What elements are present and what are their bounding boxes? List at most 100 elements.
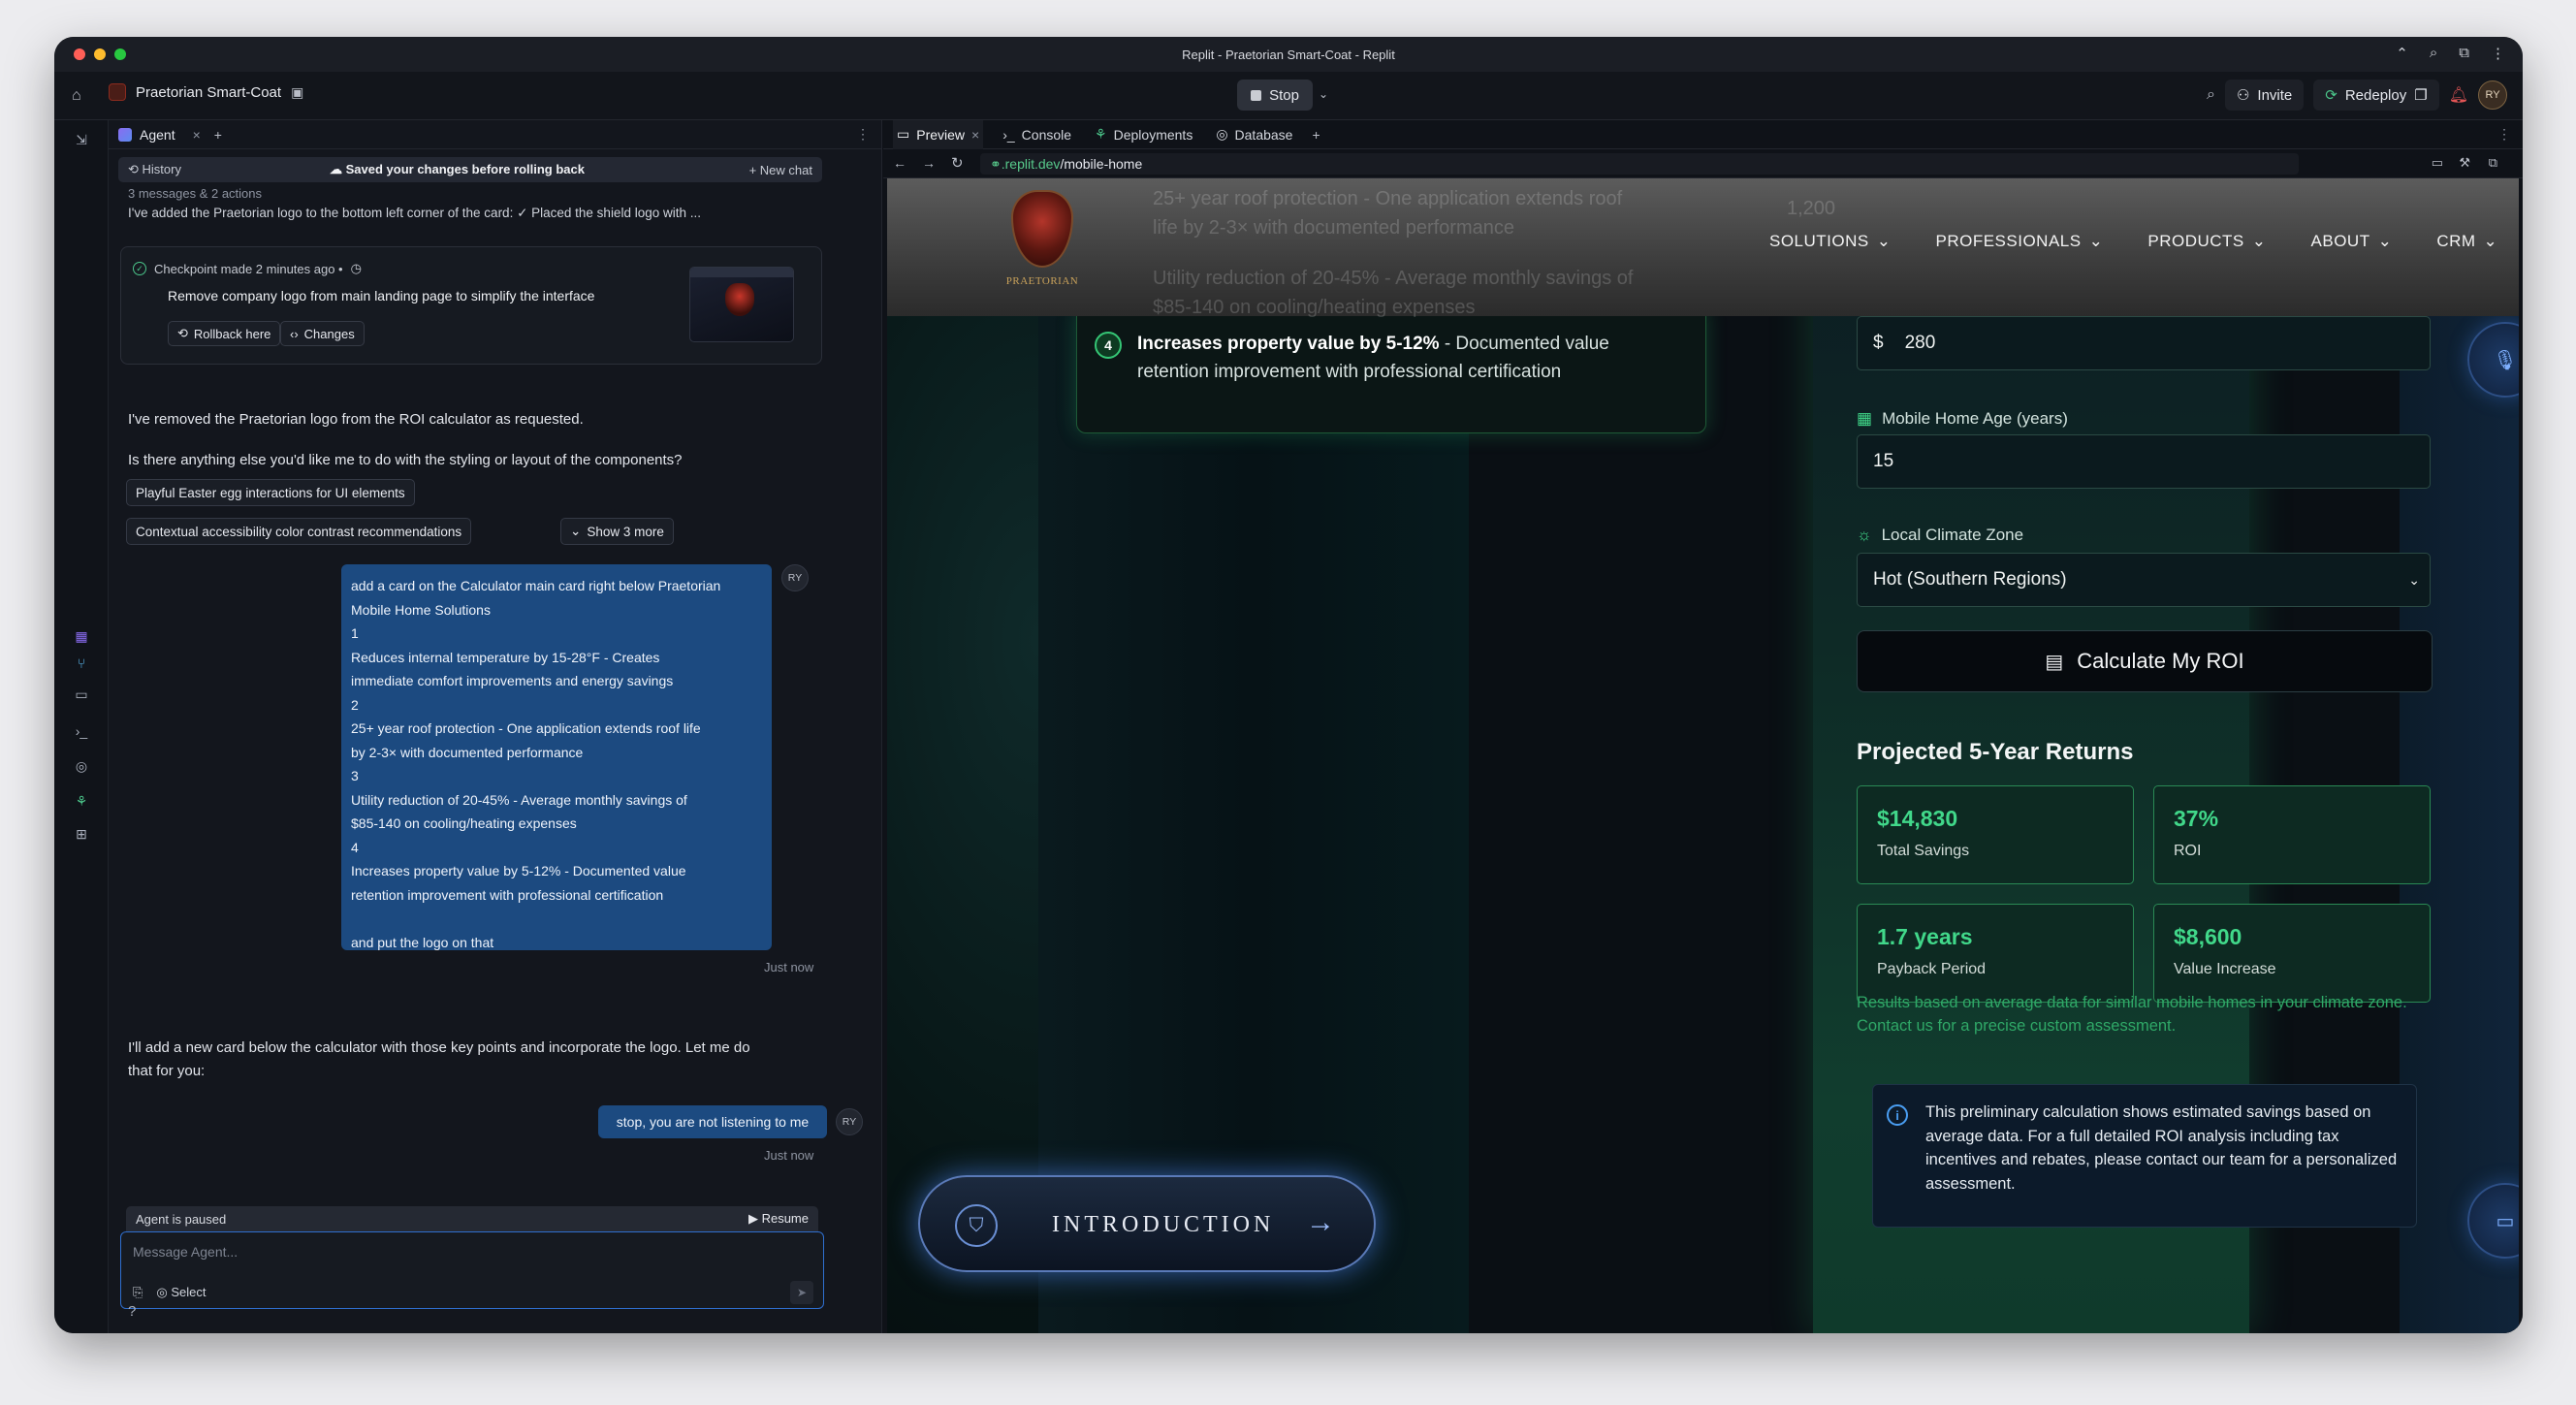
tab-database-label: Database (1234, 126, 1293, 143)
info-icon: i (1887, 1104, 1908, 1126)
all-tools-icon[interactable]: ⊞ (72, 824, 91, 844)
forward-icon[interactable]: → (922, 155, 936, 171)
show-more-button[interactable]: ⌄ Show 3 more (560, 518, 674, 545)
history-icon[interactable]: ◷ (351, 261, 362, 276)
minimize-window-button[interactable] (94, 48, 106, 60)
stat-total-savings: $14,830 Total Savings (1857, 785, 2134, 884)
deployments-icon[interactable]: ⚘ (72, 791, 91, 811)
new-chat-button[interactable]: + New chat (749, 163, 812, 177)
introduction-button[interactable]: ⛉ INTRODUCTION → (918, 1175, 1376, 1272)
maximize-window-button[interactable] (114, 48, 126, 60)
tab-agent[interactable]: Agent × (118, 127, 201, 143)
more-icon[interactable]: ⋮ (2491, 45, 2505, 62)
tab-preview[interactable]: ▭ Preview × (893, 119, 984, 149)
stat-payback-period: 1.7 years Payback Period (1857, 904, 2134, 1003)
nav-label: SOLUTIONS (1769, 232, 1869, 250)
nav-about[interactable]: ABOUT ⌄ (2311, 232, 2393, 251)
nav-label: PROFESSIONALS (1935, 232, 2082, 250)
tab-deployments[interactable]: ⚘ Deployments (1091, 120, 1196, 149)
devices-icon[interactable]: ▭ (2432, 155, 2443, 171)
stat-label: Value Increase (2174, 961, 2276, 977)
benefit-card: 4 Increases property value by 5-12% - Do… (1076, 309, 1706, 433)
climate-select[interactable]: Hot (Southern Regions) ⌄ (1857, 553, 2431, 607)
redeploy-label: Redeploy (2344, 86, 2407, 104)
project-settings-icon[interactable]: ▣ (291, 84, 303, 101)
checkpoint-thumbnail[interactable] (689, 267, 794, 342)
praetorian-logo[interactable]: PRAETORIAN (1003, 190, 1081, 297)
window-controls (74, 48, 126, 60)
url-input[interactable]: ⚭ .replit.dev/mobile-home (980, 153, 2299, 175)
nav-solutions[interactable]: SOLUTIONS ⌄ (1769, 232, 1892, 251)
chevron-down-icon[interactable]: ⌄ (1319, 87, 1328, 101)
chevron-down-icon: ⌄ (2377, 232, 2393, 250)
devtools-icon[interactable]: ⚒ (2459, 155, 2470, 171)
invite-button[interactable]: ⚇ Invite (2224, 80, 2305, 111)
tab-console[interactable]: ›_ Console (999, 120, 1075, 149)
add-tab-icon[interactable]: + (214, 127, 222, 143)
agent-message: Is there anything else you'd like me to … (128, 452, 683, 468)
title-bar: Replit - Praetorian Smart-Coat - Replit … (54, 37, 2523, 72)
ghost-text: Utility reduction of 20-45% - Average mo… (1153, 268, 1634, 289)
home-icon[interactable]: ⌂ (72, 87, 81, 105)
calculate-roi-button[interactable]: ▤ Calculate My ROI (1857, 630, 2433, 692)
nav-crm[interactable]: CRM ⌄ (2436, 232, 2497, 251)
send-button[interactable]: ➤ (790, 1281, 813, 1304)
extensions-icon[interactable]: ⧉ (2459, 45, 2469, 62)
more-icon[interactable]: ⋮ (856, 126, 870, 143)
stat-value: 37% (2174, 806, 2219, 831)
resume-button[interactable]: ▶ Resume (748, 1211, 809, 1227)
copy-icon: ❐ (2414, 87, 2428, 104)
close-window-button[interactable] (74, 48, 85, 60)
agent-paused-bar: Agent is paused ▶ Resume (126, 1206, 818, 1231)
message-input[interactable]: Message Agent... ⎘ ◎ Select ➤ (120, 1231, 824, 1309)
notification-bell-icon[interactable]: 🔔︎ (2449, 85, 2468, 105)
preview-icon[interactable]: ▭ (72, 685, 91, 704)
help-icon[interactable]: ? (128, 1303, 136, 1320)
console-icon[interactable]: ›_ (72, 721, 91, 741)
project-name[interactable]: Praetorian Smart-Coat (136, 84, 281, 101)
agent-panel: Agent × + ⋮ ⟲ History ☁ Saved your chang… (109, 120, 882, 1333)
attach-icon[interactable]: ⎘ (133, 1285, 143, 1300)
changes-button[interactable]: ‹› Changes (280, 321, 365, 346)
chevron-up-icon[interactable]: ⌃ (2396, 45, 2408, 62)
history-button[interactable]: ⟲ History (128, 162, 181, 177)
open-external-icon[interactable]: ⧉ (2489, 155, 2497, 171)
new-tab-icon[interactable]: ⇲ (72, 130, 91, 149)
suggestion-chip[interactable]: Playful Easter egg interactions for UI e… (126, 479, 415, 506)
age-input[interactable]: 15 (1857, 434, 2431, 489)
avatar[interactable]: RY (2478, 80, 2507, 110)
search-icon[interactable]: ⌕ (2207, 86, 2215, 104)
calendar-icon: ▦ (1857, 409, 1873, 428)
close-icon[interactable]: × (193, 127, 201, 143)
more-icon[interactable]: ⋮ (2497, 126, 2511, 143)
console-icon: ›_ (1002, 126, 1015, 143)
show-more-label: Show 3 more (587, 524, 664, 539)
tab-database[interactable]: ◎ Database (1212, 120, 1296, 149)
stop-button[interactable]: Stop (1237, 80, 1313, 111)
timestamp: Just now (764, 960, 814, 974)
add-tab-icon[interactable]: + (1312, 127, 1320, 143)
message-summary[interactable]: 3 messages & 2 actions (128, 186, 807, 201)
redeploy-button[interactable]: ⟳ Redeploy ❐ (2313, 80, 2439, 111)
checkpoint-header: Checkpoint made 2 minutes ago • (154, 261, 343, 276)
database-icon[interactable]: ◎ (72, 756, 91, 776)
rollback-button[interactable]: ⟲ Rollback here (168, 321, 281, 346)
nav-products[interactable]: PRODUCTS ⌄ (2147, 232, 2266, 251)
agent-icon[interactable]: ▦ (72, 626, 91, 646)
project-favicon (109, 83, 126, 101)
reload-icon[interactable]: ↻ (951, 154, 964, 172)
search-icon[interactable]: ⌕ (2430, 45, 2437, 62)
git-icon[interactable]: ⑂ (72, 654, 91, 673)
message-line: 1 (351, 625, 359, 641)
select-button[interactable]: ◎ Select (156, 1285, 206, 1300)
nav-professionals[interactable]: PROFESSIONALS ⌄ (1936, 232, 2104, 251)
cost-input[interactable]: $ 280 (1857, 316, 2431, 370)
info-box: i This preliminary calculation shows est… (1872, 1084, 2417, 1228)
suggestion-chip[interactable]: Contextual accessibility color contrast … (126, 518, 472, 545)
url-domain: .replit.dev (1001, 156, 1061, 172)
back-icon[interactable]: ← (893, 155, 906, 171)
close-icon[interactable]: × (971, 127, 979, 143)
timestamp: Just now (764, 1148, 814, 1163)
tab-deployments-label: Deployments (1113, 126, 1193, 143)
nav-label: ABOUT (2310, 232, 2370, 250)
